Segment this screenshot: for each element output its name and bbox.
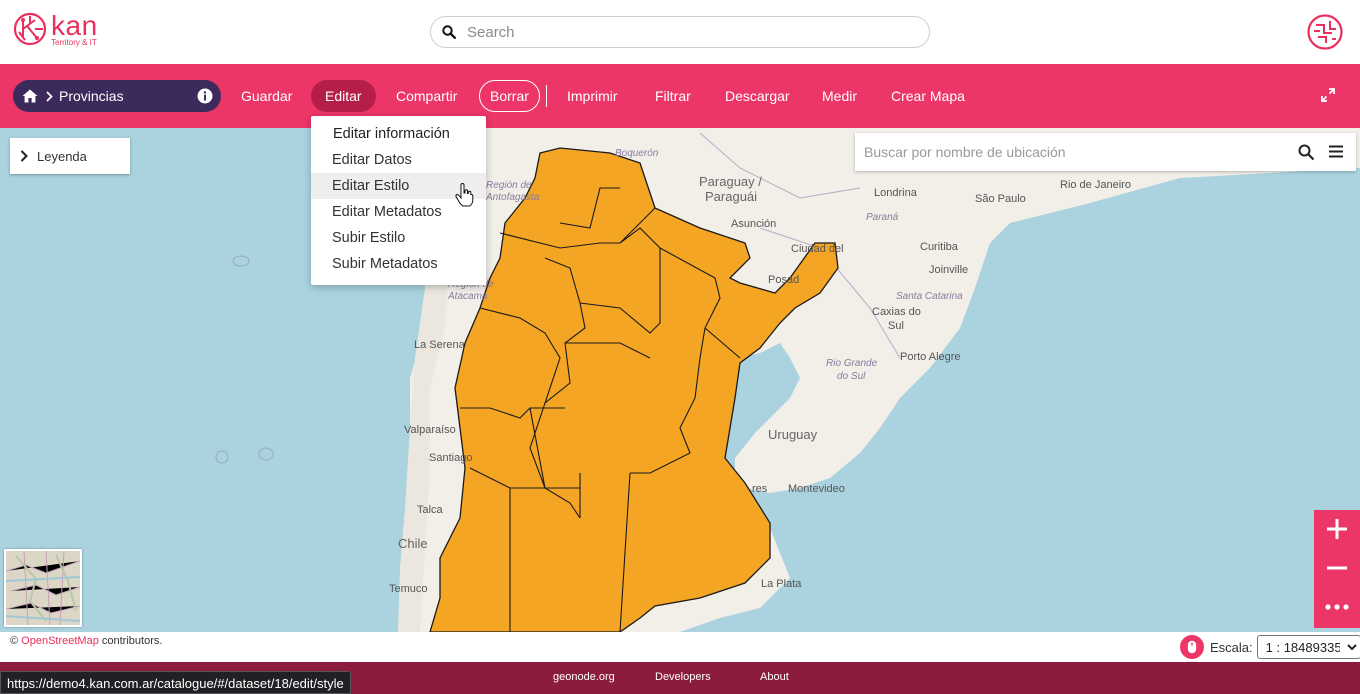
map-label: Región de [486,180,532,191]
search-icon[interactable] [431,25,467,39]
plus-icon [1327,519,1347,539]
attribution-text: © OpenStreetMap contributors. [10,635,163,647]
home-icon[interactable] [22,89,38,103]
toolbar-divider [546,85,547,107]
minimap-image [6,551,80,625]
map-label: Antofagasta [486,192,540,203]
map-label: Paraná [866,212,899,223]
map-label: São Paulo [975,193,1026,205]
island [232,255,250,267]
map-label: Atacama [448,291,488,302]
map-label: Uruguay [768,427,818,442]
map-toolbar: Provincias Guardar Editar Compartir Borr… [0,64,1360,128]
avatar-icon [1307,14,1343,50]
map-label: La Serena [414,339,465,351]
edit-button[interactable]: Editar [311,80,376,112]
menu-item-edit-data[interactable]: Editar Datos [311,147,486,173]
search-input[interactable] [467,23,907,41]
hand-pointer-icon [455,182,475,212]
map-label: Santiago [429,452,473,464]
user-avatar[interactable] [1306,13,1344,56]
island [215,450,229,464]
footer-link-developers[interactable]: Developers [655,671,711,683]
create-map-button[interactable]: Crear Mapa [891,80,965,112]
chevron-right-icon [20,150,28,162]
map-label: Curitiba [920,241,958,253]
chevron-right-icon [46,90,53,102]
scale-label: Escala: [1210,639,1253,655]
map-label: Joinville [929,264,969,276]
legend-label: Leyenda [37,148,87,164]
download-button[interactable]: Descargar [725,80,790,112]
footer-link-geonode[interactable]: geonode.org [553,671,615,683]
map-label: Boquerón [615,148,659,159]
kan-logo-icon [13,12,47,46]
map-label: Rio de Janeiro [1060,179,1131,191]
browser-status-url: https://demo4.kan.com.ar/catalogue/#/dat… [0,671,351,694]
search-icon[interactable] [1298,144,1315,166]
fullscreen-icon[interactable] [1321,88,1335,107]
info-icon[interactable] [197,88,213,107]
overview-minimap[interactable] [4,549,82,627]
map-label: Posad [768,274,800,286]
scale-control: Escala: 1 : 18489335 [1180,634,1360,660]
scale-select[interactable]: 1 : 18489335 [1256,635,1360,659]
menu-item-upload-metadata[interactable]: Subir Metadatos [311,251,486,277]
location-search [855,133,1356,171]
map-label: res [752,483,768,495]
breadcrumb-label: Provincias [59,88,124,104]
ellipsis-icon [1325,604,1349,610]
zoom-out-button[interactable] [1314,549,1360,587]
minus-icon [1327,566,1347,570]
basemap [215,128,1360,632]
map-label: Montevideo [788,483,845,495]
map-label: Asunción [731,218,777,230]
map-label: Rio Grande [826,358,878,369]
location-search-input[interactable] [864,144,1294,160]
header: kan Territory & IT [0,0,1360,64]
map-label: Ciudad del [791,243,844,255]
more-options-button[interactable] [1314,588,1360,626]
global-search [430,16,930,48]
map-label: Valparaíso [404,424,456,436]
measure-button[interactable]: Medir [822,80,857,112]
kan-logo[interactable]: kan Territory & IT [13,12,98,47]
map-label: do Sul [837,371,866,382]
mouse-position-button[interactable] [1180,635,1204,659]
map-canvas[interactable]: Paraguay / Paraguái Asunción Londrina Sã… [0,128,1360,632]
map-label: Chile [398,536,428,551]
map-label: Santa Catarina [896,291,963,302]
filter-button[interactable]: Filtrar [655,80,691,112]
delete-button[interactable]: Borrar [479,80,540,112]
map-label: Porto Alegre [900,351,961,363]
map-label: La Plata [761,578,802,590]
breadcrumb[interactable]: Provincias [13,80,221,112]
share-button[interactable]: Compartir [396,80,457,112]
map-label: Paraguay / [699,174,762,189]
logo-wordmark: kan [51,10,98,41]
map-label: Paraguái [705,189,758,204]
menu-item-edit-info[interactable]: Editar información [311,121,486,147]
menu-item-upload-style[interactable]: Subir Estilo [311,225,486,251]
legend-toggle[interactable]: Leyenda [10,138,130,174]
print-button[interactable]: Imprimir [567,80,618,112]
attribution-bar: © OpenStreetMap contributors. Escala: 1 … [0,632,1360,662]
mouse-icon [1187,640,1197,654]
map-controls [1314,510,1360,628]
save-button[interactable]: Guardar [241,80,292,112]
map-label: Caxias do [872,306,921,318]
menu-icon[interactable] [1328,145,1344,163]
map-label: Temuco [389,583,428,595]
openstreetmap-link[interactable]: OpenStreetMap [21,635,99,647]
map-label: Sul [888,320,904,332]
island [258,447,274,461]
map-label: Talca [417,504,443,516]
map-label: Londrina [874,187,917,199]
zoom-in-button[interactable] [1314,510,1360,548]
footer-link-about[interactable]: About [760,671,789,683]
logo-tagline: Territory & IT [51,38,97,47]
